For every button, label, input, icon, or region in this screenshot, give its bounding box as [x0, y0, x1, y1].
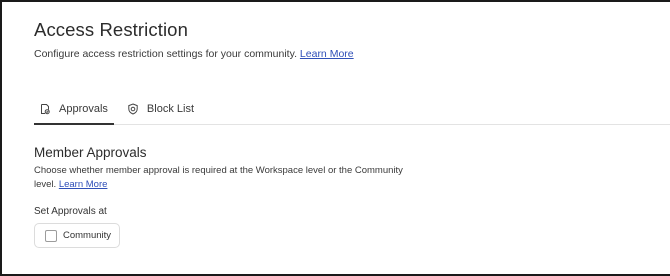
tab-block-list-label: Block List — [146, 103, 194, 115]
page-subtitle: Configure access restriction settings fo… — [34, 48, 354, 60]
community-checkbox-option[interactable]: Community — [34, 223, 120, 248]
page-title: Access Restriction — [34, 19, 188, 40]
learn-more-link[interactable]: Learn More — [300, 48, 354, 60]
tab-approvals-label: Approvals — [59, 103, 108, 115]
shield-icon — [127, 103, 139, 115]
tab-block-list[interactable]: Block List — [123, 99, 194, 125]
member-approvals-description: Choose whether member approval is requir… — [34, 164, 424, 191]
document-check-icon — [39, 103, 51, 115]
community-checkbox[interactable] — [45, 229, 57, 242]
member-approvals-learn-more-link[interactable]: Learn More — [59, 179, 108, 190]
member-approvals-title: Member Approvals — [34, 145, 147, 160]
tab-approvals[interactable]: Approvals — [34, 99, 114, 125]
community-checkbox-label: Community — [63, 230, 112, 241]
tab-bar: Approvals Block List — [34, 99, 194, 125]
page-subtitle-text: Configure access restriction settings fo… — [34, 48, 297, 60]
set-approvals-label: Set Approvals at — [34, 206, 107, 217]
